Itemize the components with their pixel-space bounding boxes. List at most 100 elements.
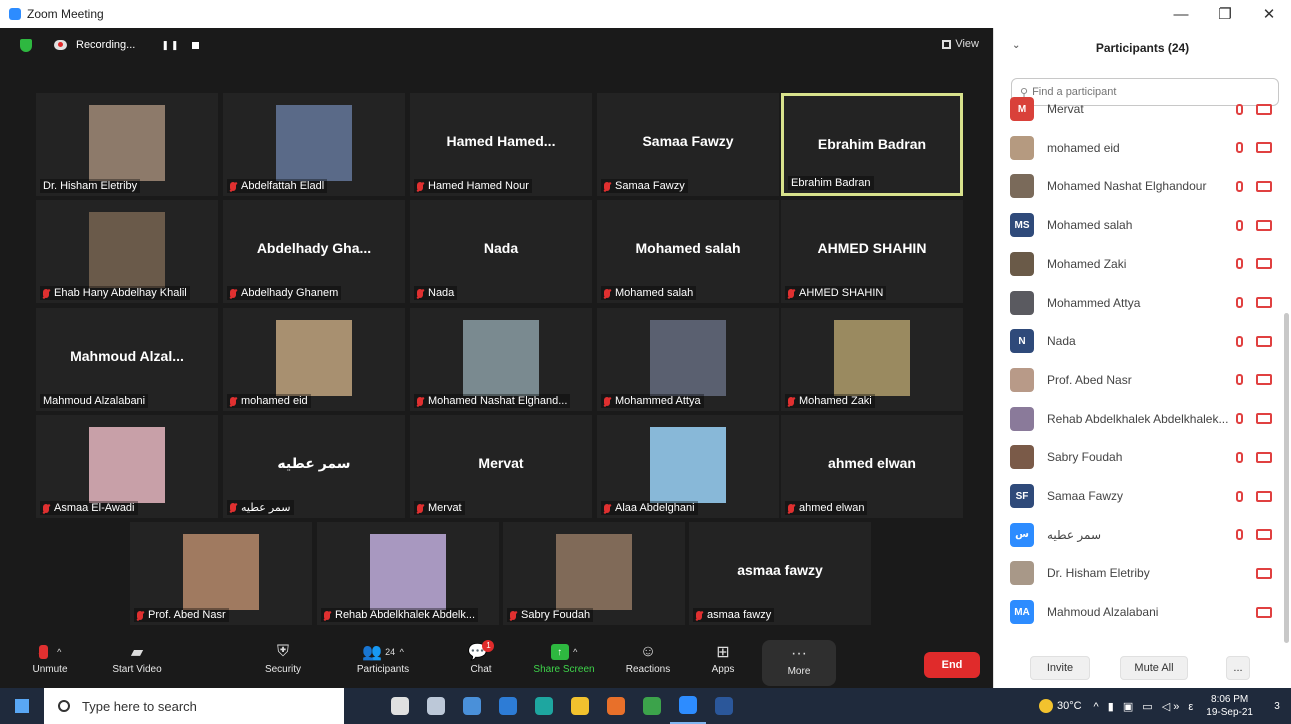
tile-name-label: mohamed eid [227,394,311,408]
task-view-icon [391,697,409,715]
taskbar-app-widgets[interactable] [418,688,454,724]
word-icon [715,697,733,715]
video-tile[interactable]: Prof. Abed Nasr [130,522,312,625]
pause-recording-button[interactable]: ❚❚ [161,40,180,51]
participant-name: Mervat [1047,102,1084,116]
taskbar-app-firefox[interactable] [598,688,634,724]
video-tile[interactable]: AHMED SHAHIN AHMED SHAHIN [781,200,963,303]
tile-name-label: AHMED SHAHIN [785,286,887,300]
chevron-down-icon[interactable]: ⌄ [1012,40,1020,51]
video-tile[interactable]: Mahmoud Alzal... Mahmoud Alzalabani [36,308,218,411]
tile-name-label: Nada [414,286,458,300]
participant-row[interactable]: Mohammed Attya [994,284,1284,322]
stop-recording-button[interactable] [192,41,200,49]
participant-row[interactable]: SF Samaa Fawzy [994,477,1284,515]
more-button[interactable]: ··· More [762,640,836,686]
tile-name-label: Samaa Fawzy [601,179,688,193]
video-off-icon [1256,490,1272,502]
video-tile[interactable]: Mohammed Attya [597,308,779,411]
maximize-button[interactable]: ❐ [1203,0,1247,28]
participant-row[interactable]: Dr. Hisham Eletriby [994,554,1284,592]
chat-badge: 1 [482,640,495,652]
tile-display-name: asmaa fawzy [737,562,823,578]
participant-row[interactable]: N Nada [994,322,1284,360]
taskbar-app-chrome[interactable] [634,688,670,724]
taskbar-app-store[interactable] [454,688,490,724]
mic-muted-icon [1236,103,1243,115]
video-tile[interactable]: Ebrahim Badran Ebrahim Badran [781,93,963,196]
video-tile[interactable]: ahmed elwan ahmed elwan [781,415,963,518]
unmute-button[interactable]: ^ Unmute [15,640,85,675]
video-tile[interactable]: Mohamed salah Mohamed salah [597,200,779,303]
video-tile[interactable]: Mervat Mervat [410,415,592,518]
video-off-icon [1256,297,1272,308]
tile-name: Prof. Abed Nasr [148,609,226,621]
notification-center-button[interactable]: 3 [1263,688,1291,724]
taskbar-search[interactable]: Type here to search [44,688,344,724]
minimize-button[interactable]: — [1159,0,1203,28]
participant-name: Mohamed salah [1047,218,1133,233]
taskbar-app-word[interactable] [706,688,742,724]
taskbar-app-zoom[interactable] [670,688,706,724]
video-tile[interactable]: Ehab Hany Abdelhay Khalil [36,200,218,303]
video-tile[interactable]: Sabry Foudah [503,522,685,625]
more-dots-icon: ··· [791,645,807,662]
participant-row[interactable]: س سمر عطيه [994,516,1284,554]
video-tile[interactable]: سمر عطيه سمر عطيه [223,415,405,518]
participant-name: Sabry Foudah [1047,450,1123,465]
taskbar-app-mail[interactable] [490,688,526,724]
participant-row[interactable]: Mohamed Zaki [994,245,1284,283]
participant-row[interactable]: MA Mahmoud Alzalabani [994,593,1284,631]
mute-all-button[interactable]: Mute All [1120,656,1188,680]
tile-name-label: Rehab Abdelkhalek Abdelk... [321,608,479,622]
panel-scrollbar[interactable] [1284,313,1289,643]
video-tile[interactable]: Abdelfattah Eladl [223,93,405,196]
panel-more-button[interactable]: ... [1226,656,1250,680]
participant-row[interactable]: mohamed eid [994,129,1284,167]
avatar: N [1010,329,1034,354]
participant-row[interactable]: M Mervat [994,90,1284,128]
video-off-icon [1256,219,1272,231]
mic-muted-icon [1236,335,1243,347]
video-tile[interactable]: Dr. Hisham Eletriby [36,93,218,196]
video-tile[interactable]: Mohamed Nashat Elghand... [410,308,592,411]
participant-row[interactable]: Prof. Abed Nasr [994,361,1284,399]
avatar [1010,445,1034,470]
panel-footer: Invite Mute All ... [994,648,1291,688]
taskbar-app-edge[interactable] [526,688,562,724]
close-button[interactable]: ✕ [1247,0,1291,28]
video-tile[interactable]: Rehab Abdelkhalek Abdelk... [317,522,499,625]
video-tile[interactable]: Mohamed Zaki [781,308,963,411]
tray-icons[interactable]: ^ ▮ ▣ ▭ ◁» ε [1094,700,1197,713]
taskbar-app-task-view[interactable] [382,688,418,724]
mic-muted-icon [43,503,49,513]
video-tile[interactable]: asmaa fawzy asmaa fawzy [689,522,871,625]
participant-row[interactable]: Mohamed Nashat Elghandour [994,167,1284,205]
video-tile[interactable]: Samaa Fawzy Samaa Fawzy [597,93,779,196]
mic-muted-icon [604,396,610,406]
reactions-button[interactable]: ☺ Reactions [613,640,683,675]
share-screen-button[interactable]: ↑ ^ Share Screen [529,640,599,675]
start-button[interactable] [0,688,44,724]
taskbar-clock[interactable]: 8:06 PM 19-Sep-21 [1206,693,1253,719]
security-button[interactable]: ⛨ Security [248,640,318,675]
video-tile[interactable]: Hamed Hamed... Hamed Hamed Nour [410,93,592,196]
chat-button[interactable]: 💬 1 Chat [446,640,516,675]
participant-row[interactable]: MS Mohamed salah [994,206,1284,244]
video-tile[interactable]: Abdelhady Gha... Abdelhady Ghanem [223,200,405,303]
end-meeting-button[interactable]: End [924,652,980,678]
video-tile[interactable]: Nada Nada [410,200,592,303]
chat-icon: 💬 1 [446,640,516,664]
participants-button[interactable]: 👥 24 ^ Participants [348,640,418,675]
security-shield-icon[interactable] [20,38,32,52]
video-tile[interactable]: Asmaa El-Awadi [36,415,218,518]
invite-button[interactable]: Invite [1030,656,1090,680]
taskbar-app-explorer[interactable] [562,688,598,724]
video-tile[interactable]: mohamed eid [223,308,405,411]
participant-row[interactable]: Rehab Abdelkhalek Abdelkhalek... [994,400,1284,438]
start-video-button[interactable]: ▰ Start Video [102,640,172,675]
view-button[interactable]: View [942,38,979,50]
video-tile[interactable]: Alaa Abdelghani [597,415,779,518]
participant-row[interactable]: Sabry Foudah [994,438,1284,476]
apps-button[interactable]: ⊞ Apps [688,640,758,675]
